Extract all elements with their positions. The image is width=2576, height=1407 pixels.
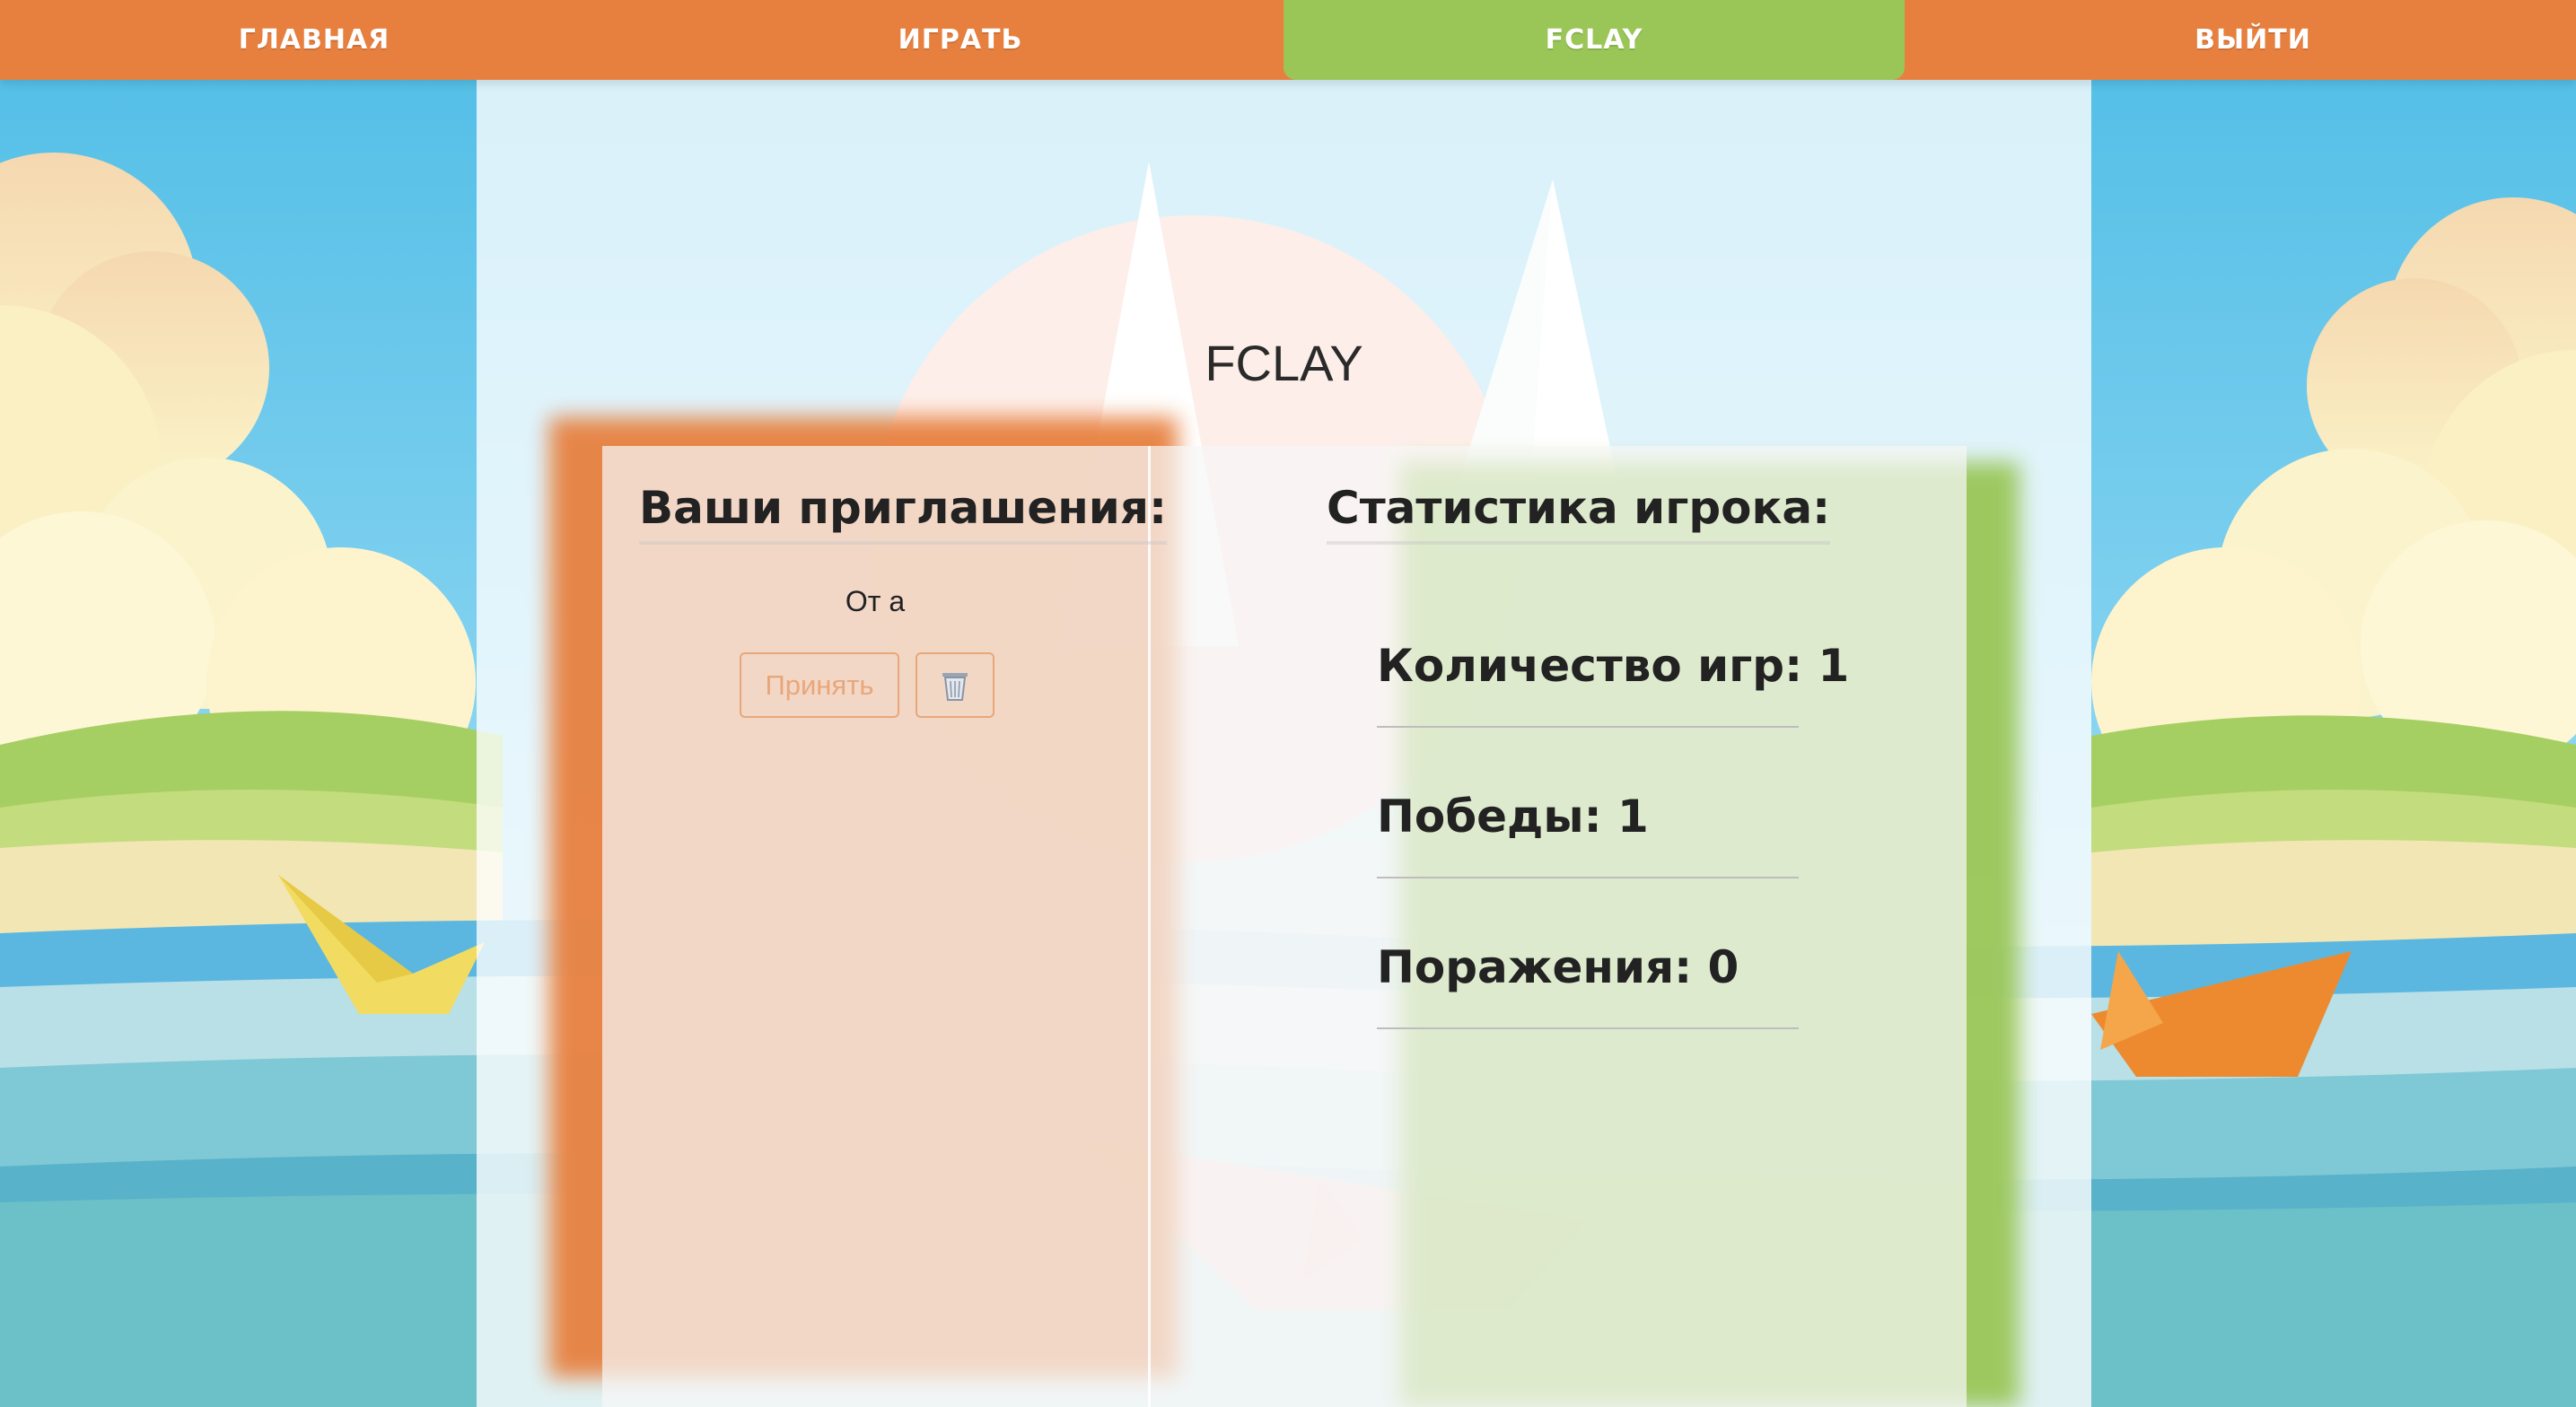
top-nav: ГЛАВНАЯ ИГРАТЬ FCLAY ВЫЙТИ <box>0 0 2576 80</box>
invitation-from: От а <box>845 585 906 617</box>
nav-item-logout[interactable]: ВЫЙТИ <box>1939 0 2567 80</box>
invitations-title: Ваши приглашения: <box>639 482 1167 545</box>
trash-icon <box>942 672 968 701</box>
card-divider <box>1148 446 1151 1407</box>
stats-title: Статистика игрока: <box>1327 482 1831 545</box>
accept-invitation-button[interactable]: Принять <box>740 652 899 718</box>
nav-item-home[interactable]: ГЛАВНАЯ <box>0 0 628 80</box>
stat-games-count: Количество игр: 1 <box>1377 640 1849 728</box>
page-title: FCLAY <box>1205 335 1363 391</box>
stat-losses: Поражения: 0 <box>1377 941 1799 1029</box>
delete-invitation-button[interactable] <box>916 652 994 718</box>
nav-item-play[interactable]: ИГРАТЬ <box>646 0 1275 80</box>
nav-item-fclay[interactable]: FCLAY <box>1284 0 1905 80</box>
stat-wins: Победы: 1 <box>1377 791 1799 878</box>
